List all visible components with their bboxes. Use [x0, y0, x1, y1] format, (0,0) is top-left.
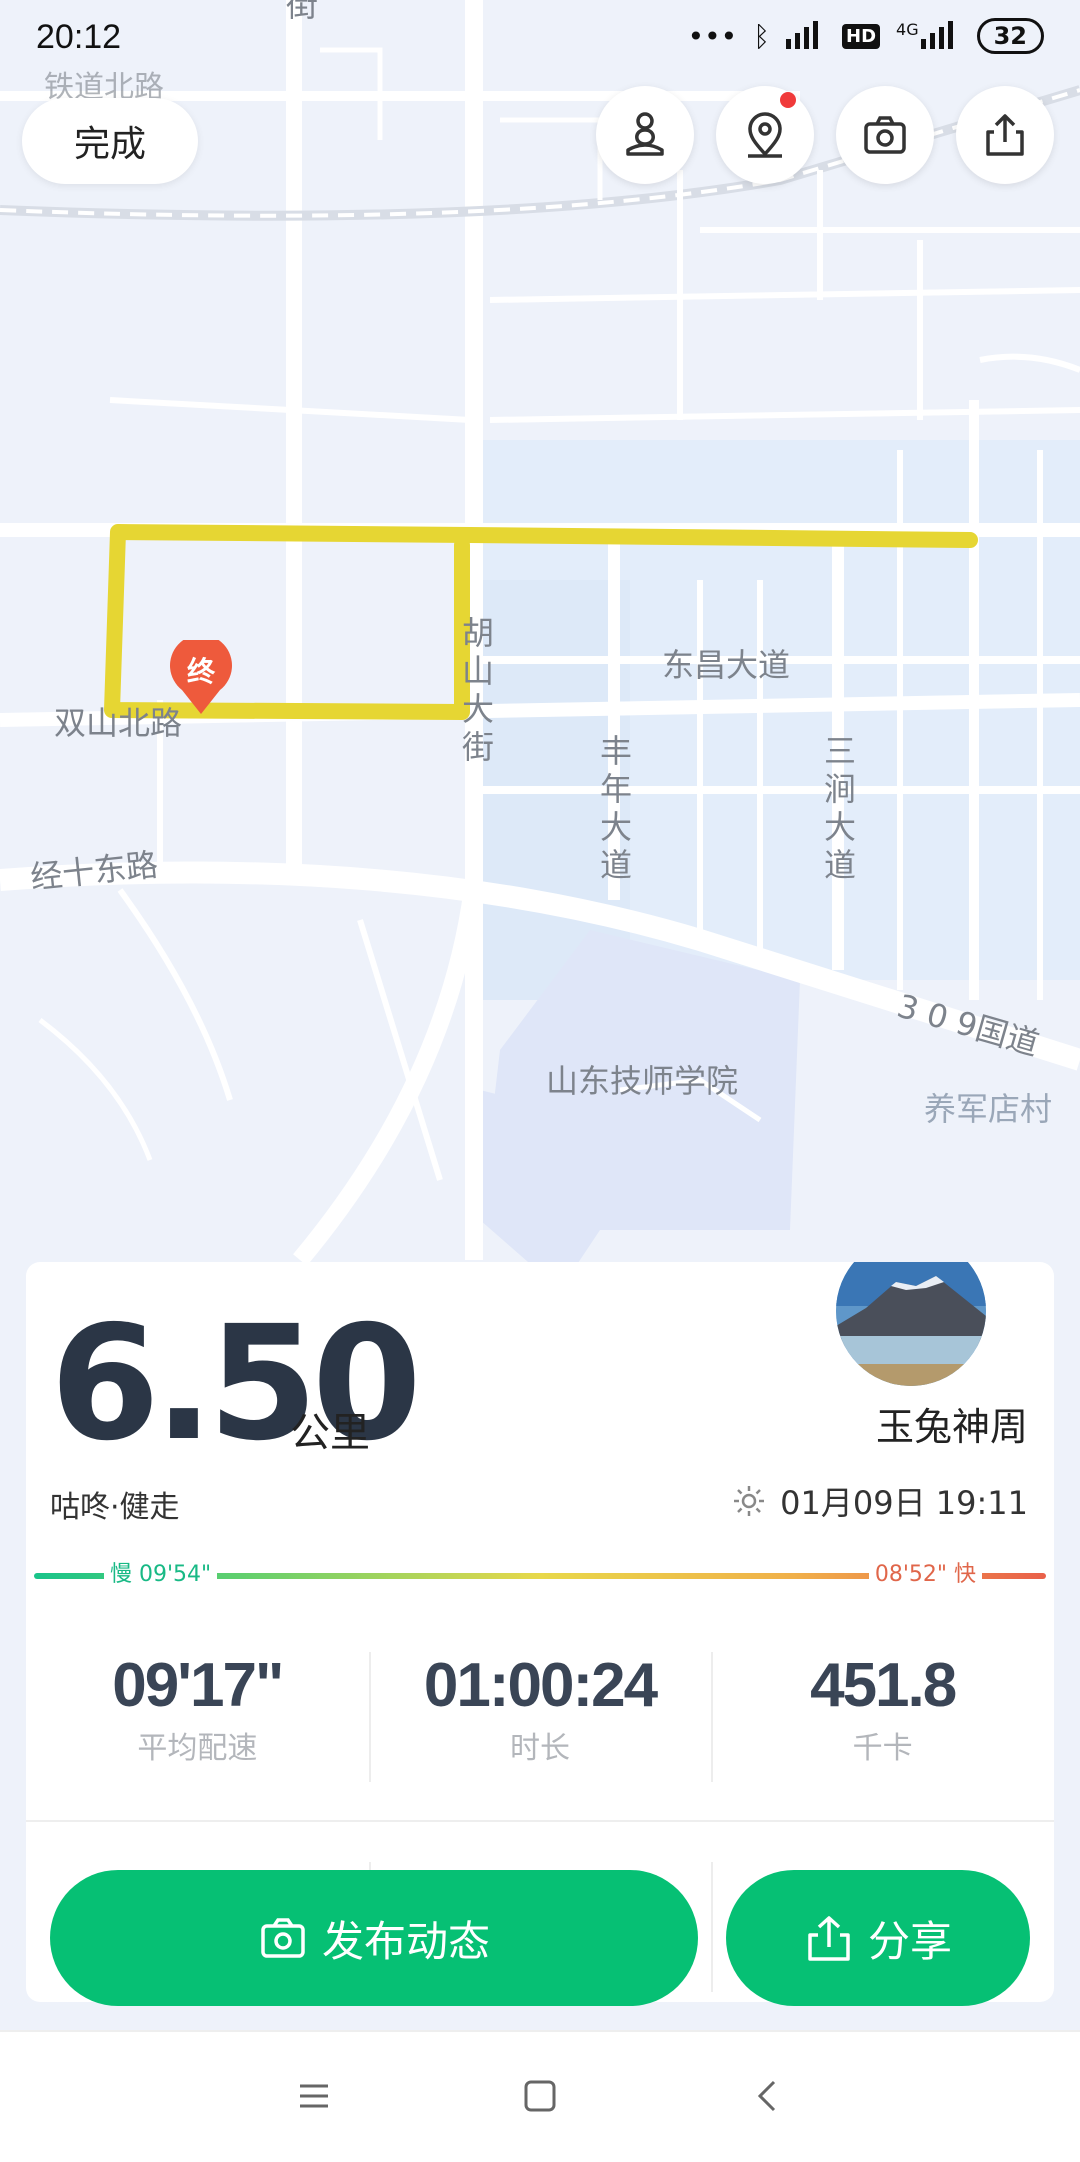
stat-label: 平均配速 [137, 1731, 258, 1766]
camera-button[interactable] [836, 86, 934, 184]
distance-unit: 公里 [290, 1410, 370, 1456]
share-icon [808, 1916, 850, 1961]
stat-duration: 01:00:24 时长 [368, 1632, 712, 1792]
person-meditate-icon [626, 112, 664, 156]
share-icon [986, 114, 1024, 156]
username: 玉兔神周 [875, 1405, 1028, 1449]
pace-fast-label: 08'52" 快 [868, 1560, 982, 1590]
back-chevron-icon [757, 2080, 776, 2112]
share-label: 分享 [867, 1916, 952, 1966]
map-label-hushan: 胡山大街 [461, 614, 494, 766]
network-type: 4G [896, 19, 919, 39]
map-label-yangjun: 养军店村 [924, 1090, 1053, 1128]
menu-nav-button[interactable] [296, 2078, 332, 2118]
camera-icon [261, 1918, 305, 1958]
stat-label: 千卡 [852, 1731, 913, 1766]
avatar[interactable] [836, 1262, 986, 1386]
system-nav-bar [0, 2030, 1080, 2162]
map-label-fengnian: 丰年大道 [599, 732, 632, 884]
home-nav-button[interactable] [522, 2078, 558, 2118]
workout-datetime: 01月09日 19:11 [732, 1478, 1028, 1524]
stat-value: 09'17" [112, 1651, 284, 1720]
map-label-shuangshan: 双山北路 [54, 704, 183, 742]
map-label-dongchang: 东昌大道 [662, 646, 791, 684]
camera-icon [864, 116, 906, 154]
back-nav-button[interactable] [750, 2078, 786, 2118]
stat-value: 01:00:24 [423, 1651, 658, 1720]
stat-calories: 451.8 千卡 [711, 1632, 1054, 1792]
notification-dot [780, 92, 796, 108]
status-time: 20:12 [36, 18, 122, 56]
map-label-sanjian: 三涧大道 [823, 732, 856, 884]
menu-icon [300, 2084, 328, 2108]
pace-gradient-bar: 慢 09'54" 08'52" 快 [34, 1560, 1046, 1590]
status-bar: 20:12 ••• ᛒ HD 4G 32 [0, 0, 1080, 80]
share-button[interactable]: 分享 [726, 1870, 1030, 2006]
stat-label: 时长 [510, 1731, 570, 1766]
more-dots-icon: ••• [687, 19, 738, 53]
done-button[interactable]: 完成 [22, 98, 198, 184]
stat-avg-pace: 09'17" 平均配速 [26, 1632, 369, 1792]
map-label-school: 山东技师学院 [546, 1062, 739, 1100]
pace-slow-label: 慢 09'54" [104, 1560, 218, 1590]
stats-divider [26, 1820, 1054, 1822]
share-button-top[interactable] [956, 86, 1054, 184]
end-marker-label: 终 [186, 655, 215, 688]
signal-icon [786, 19, 826, 53]
activity-type: 咕咚·健走 [50, 1490, 180, 1525]
person-meditate-button[interactable] [596, 86, 694, 184]
battery-indicator: 32 [976, 18, 1044, 54]
location-pin-icon [748, 112, 782, 158]
signal-icon-2 [920, 19, 961, 53]
stats-row: 09'17" 平均配速 01:00:24 时长 451.8 千卡 [26, 1632, 1054, 1792]
stat-value: 451.8 [810, 1651, 957, 1720]
location-pin-button[interactable] [716, 86, 814, 184]
sun-icon [734, 1486, 765, 1516]
bluetooth-icon: ᛒ [753, 19, 770, 53]
datetime-text: 01月09日 19:11 [780, 1484, 1028, 1522]
publish-button[interactable]: 发布动态 [50, 1870, 698, 2006]
hd-badge: HD [842, 23, 881, 49]
publish-label: 发布动态 [321, 1916, 490, 1966]
home-square-icon [524, 2080, 556, 2112]
